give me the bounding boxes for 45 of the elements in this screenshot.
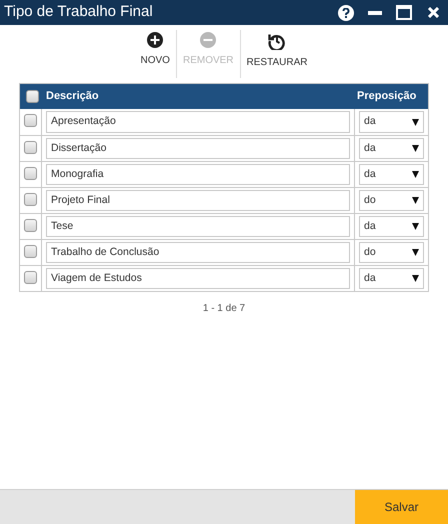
checkbox[interactable] — [24, 141, 37, 154]
maximize-button[interactable] — [396, 5, 412, 20]
dropdown-arrow-icon — [412, 145, 419, 152]
preposition-dropdown[interactable]: da — [359, 268, 424, 289]
checkbox[interactable] — [24, 245, 37, 258]
column-header: Preposição — [356, 89, 418, 104]
dropdown-arrow-icon — [412, 197, 419, 204]
help-icon — [342, 8, 350, 18]
restore-button[interactable]: RESTAURAR — [240, 29, 314, 79]
dropdown-arrow-icon — [412, 275, 419, 282]
description-field[interactable]: Dissertação — [46, 138, 350, 159]
checkbox[interactable] — [24, 193, 37, 206]
description-field[interactable]: Projeto Final — [46, 190, 350, 211]
preposition-dropdown[interactable]: do — [359, 190, 424, 211]
history-icon — [268, 32, 286, 50]
preposition-dropdown[interactable]: da — [359, 138, 424, 159]
description-field[interactable]: Trabalho de Conclusão — [46, 242, 350, 263]
minus-circle-icon — [200, 32, 216, 48]
close-icon — [428, 7, 438, 18]
checkbox[interactable] — [24, 167, 37, 180]
close-button[interactable] — [426, 6, 440, 20]
checkbox[interactable] — [26, 90, 38, 103]
checkbox[interactable] — [24, 271, 37, 284]
window-title: Tipo de Trabalho Final — [4, 2, 154, 22]
minimize-button[interactable] — [368, 10, 382, 14]
save-button[interactable]: Salvar — [355, 490, 448, 524]
column-header: Descrição — [45, 89, 100, 104]
description-field[interactable]: Tese — [46, 216, 350, 237]
preposition-dropdown[interactable]: da — [359, 164, 424, 185]
preposition-dropdown[interactable]: da — [359, 111, 424, 133]
dropdown-arrow-icon — [412, 223, 419, 230]
pagination-text: 1 - 1 de 7 — [202, 302, 246, 316]
plus-circle-icon — [147, 32, 164, 48]
checkbox[interactable] — [24, 219, 37, 232]
dropdown-arrow-icon — [412, 249, 419, 256]
dropdown-arrow-icon — [412, 118, 419, 126]
help-button[interactable] — [338, 4, 354, 20]
preposition-dropdown[interactable]: do — [359, 242, 424, 263]
description-field[interactable]: Apresentação — [46, 111, 350, 133]
checkbox[interactable] — [24, 114, 37, 127]
preposition-dropdown[interactable]: da — [359, 216, 424, 237]
dropdown-arrow-icon — [412, 171, 419, 178]
new-button[interactable]: NOVO — [134, 29, 176, 79]
description-field[interactable]: Viagem de Estudos — [46, 268, 350, 289]
description-field[interactable]: Monografia — [46, 164, 350, 185]
